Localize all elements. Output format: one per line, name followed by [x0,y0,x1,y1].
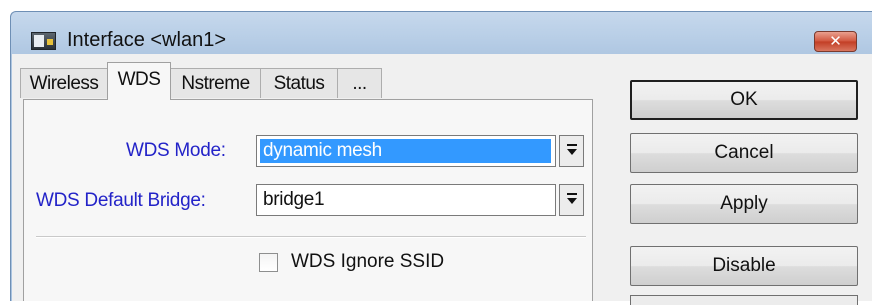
wds-mode-select[interactable]: dynamic mesh [256,135,556,167]
section-divider [36,236,586,238]
wds-mode-dropdown-button[interactable] [559,135,584,167]
tab-more[interactable]: ... [337,68,382,98]
tab-wds[interactable]: WDS [107,62,171,100]
window-title: Interface <wlan1> [67,29,226,51]
tab-nstreme[interactable]: Nstreme [170,68,261,98]
ok-button[interactable]: OK [630,80,858,120]
wds-default-bridge-label: WDS Default Bridge: [36,190,206,211]
dropdown-arrow-icon [567,144,577,155]
wds-mode-value: dynamic mesh [260,139,551,163]
tab-wireless[interactable]: Wireless [20,68,108,98]
wds-mode-label: WDS Mode: [126,140,226,161]
title-bar[interactable]: Interface <wlan1> ✕ [11,12,872,56]
wds-ignore-ssid-checkbox[interactable] [259,253,278,272]
apply-button[interactable]: Apply [630,184,858,224]
cancel-button[interactable]: Cancel [630,133,858,173]
wds-ignore-ssid-label[interactable]: WDS Ignore SSID [291,251,444,273]
dropdown-arrow-icon [567,193,577,204]
wds-default-bridge-select[interactable]: bridge1 [256,184,556,216]
wds-default-bridge-value: bridge1 [263,189,325,210]
close-button[interactable]: ✕ [814,31,857,52]
tab-status[interactable]: Status [260,68,338,98]
next-button-partial[interactable] [630,295,858,305]
wds-default-bridge-dropdown-button[interactable] [559,184,584,216]
disable-button[interactable]: Disable [630,246,858,286]
window-icon [31,32,56,50]
